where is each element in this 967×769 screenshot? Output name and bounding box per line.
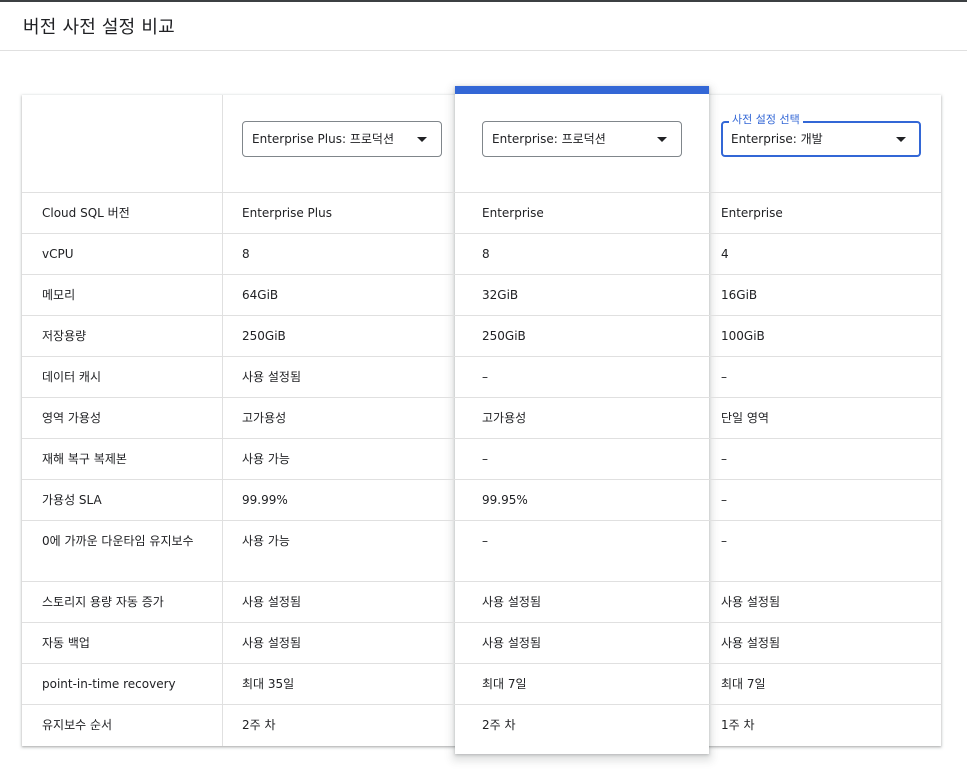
row-value: Enterprise [721,206,783,220]
row-label: 유지보수 순서 [42,718,113,732]
table-row: 0에 가까운 다운타임 유지보수 사용 가능 – – [22,521,941,582]
row-value: – [721,452,727,466]
table-row: 영역 가용성 고가용성 고가용성 단일 영역 [22,398,941,439]
row-value: 250GiB [242,329,286,343]
dropdown-arrow-icon [896,137,906,142]
table-row: 스토리지 용량 자동 증가 사용 설정됨 사용 설정됨 사용 설정됨 [22,582,941,623]
table-row: 자동 백업 사용 설정됨 사용 설정됨 사용 설정됨 [22,623,941,664]
row-value: 사용 가능 [242,534,290,548]
row-value: 사용 가능 [242,452,290,466]
page-title: 버전 사전 설정 비교 [23,17,175,38]
row-value: 사용 설정됨 [242,595,302,609]
preset-select-1-value: Enterprise Plus: 프로덕션 [252,132,394,146]
row-value: 2주 차 [482,718,516,732]
table-row: 메모리 64GiB 32GiB 16GiB [22,275,941,316]
table-row: point-in-time recovery 최대 35일 최대 7일 최대 7… [22,664,941,705]
table-row: 재해 복구 복제본 사용 가능 – – [22,439,941,480]
row-value: 99.99% [242,493,288,507]
row-value: 1주 차 [721,718,755,732]
row-value: 8 [482,247,490,261]
row-value: 최대 7일 [721,677,766,691]
preset-select-2[interactable]: Enterprise: 프로덕션 [482,121,682,157]
row-value: 64GiB [242,288,279,302]
row-label: 재해 복구 복제본 [42,452,127,466]
row-value: 2주 차 [242,718,276,732]
header-row: Enterprise Plus: 프로덕션 Enterprise: 프로덕션 사… [22,95,941,193]
table-row: 유지보수 순서 2주 차 2주 차 1주 차 [22,705,941,746]
row-label: 데이터 캐시 [42,370,102,384]
row-label: 자동 백업 [42,636,90,650]
dropdown-arrow-icon [417,137,427,142]
row-value: 사용 설정됨 [721,595,781,609]
table-row: vCPU 8 8 4 [22,234,941,275]
row-value: – [721,534,727,548]
row-value: 최대 7일 [482,677,527,691]
row-value: 단일 영역 [721,411,769,425]
row-value: – [721,370,727,384]
row-value: 사용 설정됨 [482,595,542,609]
row-value: 사용 설정됨 [242,370,302,384]
row-value: 8 [242,247,250,261]
row-value: 사용 설정됨 [482,636,542,650]
row-value: 사용 설정됨 [242,636,302,650]
row-value: 32GiB [482,288,519,302]
preset-select-3[interactable]: 사전 설정 선택 Enterprise: 개발 [721,113,921,157]
row-label: 가용성 SLA [42,493,102,507]
row-label: Cloud SQL 버전 [42,206,130,220]
row-value: 고가용성 [242,411,287,425]
row-value: 최대 35일 [242,677,295,691]
row-value: 사용 설정됨 [721,636,781,650]
table-row: 데이터 캐시 사용 설정됨 – – [22,357,941,398]
row-value: 99.95% [482,493,528,507]
row-value: Enterprise Plus [242,206,332,220]
comparison-table: Enterprise Plus: 프로덕션 Enterprise: 프로덕션 사… [22,95,941,746]
row-value: 100GiB [721,329,765,343]
row-label: 저장용량 [42,329,87,343]
row-label: vCPU [42,247,74,261]
row-label: 메모리 [42,288,76,302]
row-label: 영역 가용성 [42,411,102,425]
row-value: Enterprise [482,206,544,220]
row-label: 스토리지 용량 자동 증가 [42,595,164,609]
dropdown-arrow-icon [657,137,667,142]
row-label: 0에 가까운 다운타임 유지보수 [42,534,194,548]
preset-select-2-value: Enterprise: 프로덕션 [492,132,606,146]
row-value: 16GiB [721,288,758,302]
row-value: – [721,493,727,507]
row-value: 250GiB [482,329,526,343]
table-row: 저장용량 250GiB 250GiB 100GiB [22,316,941,357]
preset-select-3-label: 사전 설정 선택 [729,113,803,127]
row-value: – [482,452,488,466]
preset-select-1[interactable]: Enterprise Plus: 프로덕션 [242,121,442,157]
table-row: Cloud SQL 버전 Enterprise Plus Enterprise … [22,193,941,234]
row-value: 고가용성 [482,411,527,425]
preset-select-3-value: Enterprise: 개발 [731,132,823,146]
highlight-bar [455,86,709,94]
row-label: point-in-time recovery [42,677,176,691]
page-header: 버전 사전 설정 비교 [0,2,967,51]
row-value: – [482,370,488,384]
table-row: 가용성 SLA 99.99% 99.95% – [22,480,941,521]
row-value: 4 [721,247,729,261]
row-value: – [482,534,488,548]
